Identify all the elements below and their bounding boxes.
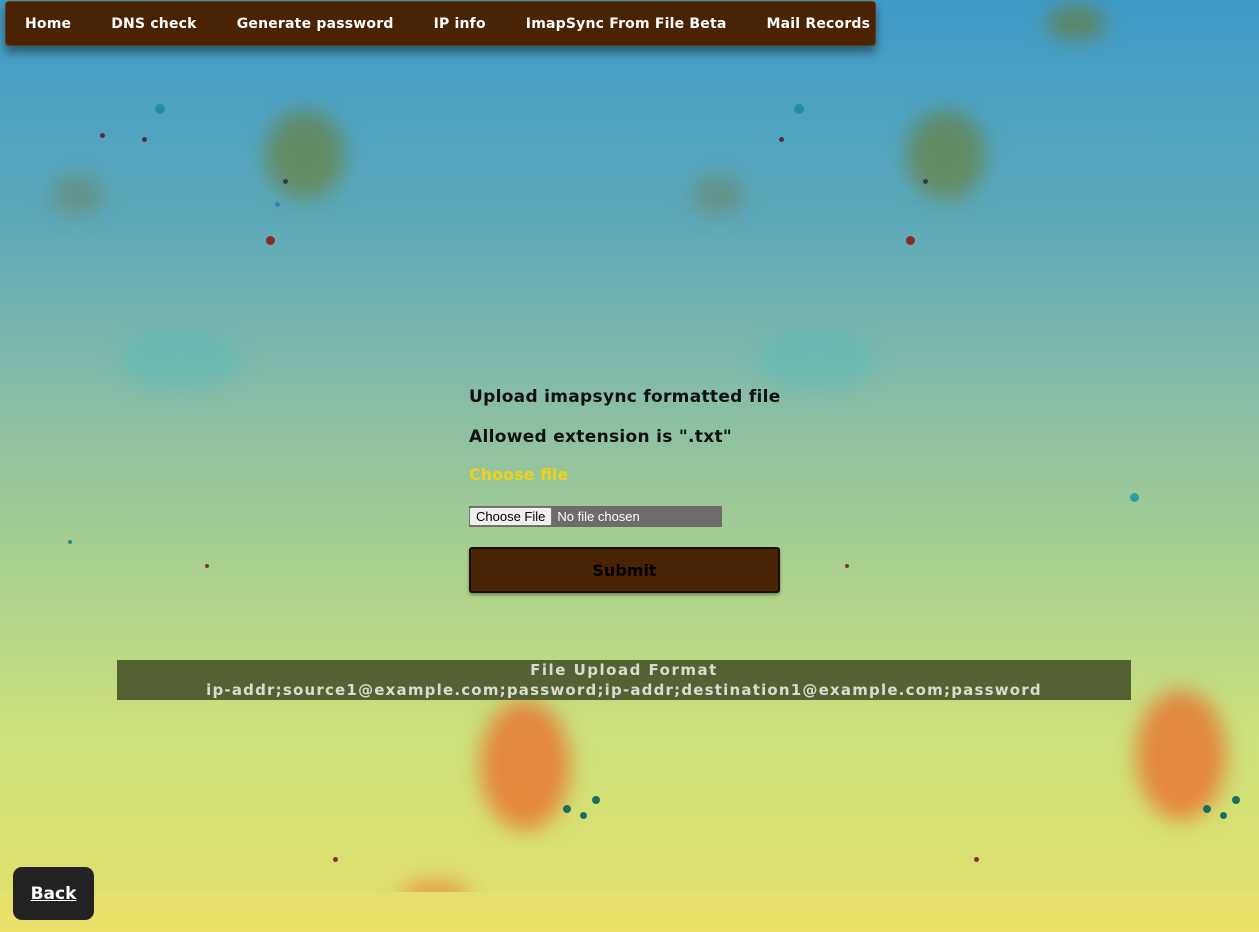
submit-button[interactable]: Submit [469,547,780,593]
nav-home-link[interactable]: Home [25,16,71,32]
top-nav-bar: Home DNS check Generate password IP info… [5,1,876,46]
nav-ip-info-link[interactable]: IP info [434,16,486,32]
nav-imapsync-from-file-link[interactable]: ImapSync From File Beta [526,16,727,32]
file-format-value: ip-addr;source1@example.com;password;ip-… [206,681,1042,699]
nav-dns-check-link[interactable]: DNS check [111,16,196,32]
file-format-title: File Upload Format [530,661,718,679]
nav-mail-records-link[interactable]: Mail Records [766,16,870,32]
file-format-box: File Upload Format ip-addr;source1@examp… [117,660,1131,700]
background-strip [0,892,1259,932]
file-status-text: No file chosen [557,509,640,524]
allowed-extension-note: Allowed extension is ".txt" [469,427,733,447]
upload-heading: Upload imapsync formatted file [469,387,781,407]
nav-generate-password-link[interactable]: Generate password [237,16,394,32]
choose-file-button[interactable]: Choose File [469,507,553,526]
file-input[interactable]: Choose File No file chosen [469,506,722,527]
choose-file-label: Choose file [469,465,569,484]
back-button[interactable]: Back [13,867,94,920]
